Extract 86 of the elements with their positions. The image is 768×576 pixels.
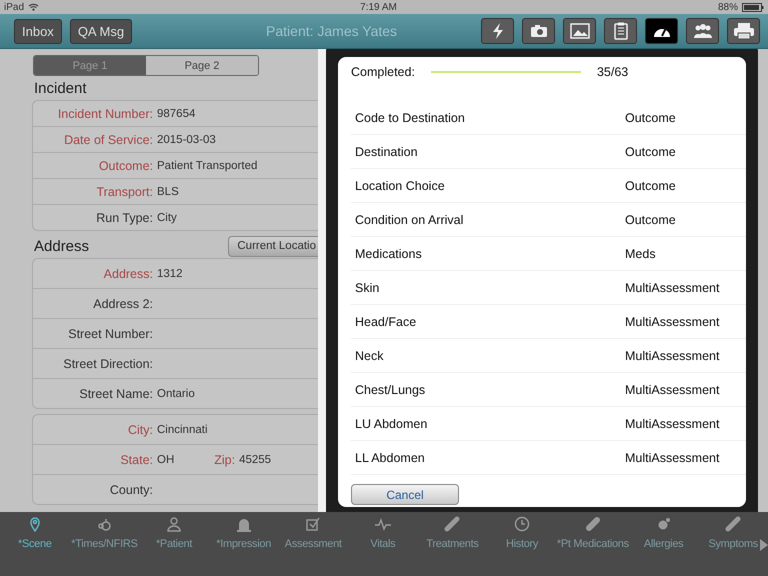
field-label: County: (108, 482, 153, 496)
missing-field-name[interactable]: Condition on Arrival (351, 212, 625, 226)
missing-field-name[interactable]: Location Choice (351, 178, 625, 192)
field-value[interactable]: City (157, 212, 177, 224)
battery-icon (742, 2, 764, 12)
printer-button[interactable] (727, 18, 760, 44)
section-title: Address (34, 238, 90, 254)
field-label: State: (119, 452, 153, 466)
field-label: Run Type: (95, 210, 153, 224)
missing-field-name[interactable]: Head/Face (351, 314, 625, 328)
image-button[interactable] (563, 18, 596, 44)
tab-bar-item[interactable]: *Scene (0, 516, 70, 550)
device-name: iPad (4, 2, 24, 12)
pill-icon (584, 516, 601, 532)
missing-field-section: Meds (625, 246, 656, 260)
missing-field-name[interactable]: Skin (351, 280, 625, 294)
progress-count: 35/63 (596, 65, 628, 79)
field-label: Street Number: (67, 326, 153, 340)
blob-icon (656, 516, 672, 532)
field-label: Zip: (214, 452, 236, 466)
field-value[interactable]: BLS (157, 186, 179, 198)
stopwatch-icon (96, 516, 112, 532)
field-label: Date of Service: (63, 132, 153, 146)
field-value[interactable]: 1312 (157, 268, 183, 280)
missing-field-section: MultiAssessment (625, 382, 720, 396)
clipboard-button[interactable] (604, 18, 637, 44)
bandage-icon (725, 516, 742, 532)
field-label: Incident Number: (56, 106, 153, 120)
bandage-icon (444, 516, 460, 532)
missing-field-section: Outcome (625, 212, 676, 226)
missing-field-section: Outcome (625, 110, 676, 124)
missing-field-name[interactable]: Destination (351, 144, 625, 158)
missing-field-name[interactable]: Chest/Lungs (351, 382, 625, 396)
checkbox-icon (305, 516, 322, 532)
field-value[interactable]: Patient Transported (157, 160, 258, 172)
field-label: Street Direction: (62, 356, 153, 370)
completed-label: Completed: (351, 65, 415, 79)
field-value[interactable]: OH (157, 454, 174, 466)
printer-icon (732, 22, 754, 40)
missing-field-section: MultiAssessment (625, 450, 720, 464)
field-value[interactable]: 2015-03-03 (157, 134, 216, 146)
current-location-button[interactable]: Current Locatio (228, 236, 318, 256)
field-label: Address 2: (92, 296, 153, 310)
siren-icon (236, 516, 252, 532)
cancel-button[interactable]: Cancel (351, 484, 459, 505)
header-button[interactable]: QA Msg (70, 18, 132, 44)
scroll-right-icon[interactable] (760, 539, 768, 551)
missing-field-section: MultiAssessment (625, 280, 720, 294)
patient-title: Patient: James Yates (265, 23, 398, 39)
field-label: Outcome: (98, 158, 153, 172)
missing-field-name[interactable]: Neck (351, 348, 625, 362)
missing-field-name[interactable]: Medications (351, 246, 625, 260)
pulse-icon (374, 516, 391, 532)
field-label: Transport: (95, 184, 153, 198)
missing-field-section: MultiAssessment (625, 348, 720, 362)
people-button[interactable] (686, 18, 719, 44)
page-tab[interactable]: Page 2 (146, 56, 258, 75)
lightning-icon (490, 22, 504, 40)
missing-field-section: MultiAssessment (625, 416, 720, 430)
missing-field-section: Outcome (625, 178, 676, 192)
missing-field-section: MultiAssessment (625, 314, 720, 328)
field-value[interactable]: 45255 (239, 454, 272, 466)
clipboard-icon (614, 22, 628, 40)
header-button[interactable]: Inbox (14, 18, 62, 44)
field-label: Street Name: (78, 386, 153, 400)
field-value[interactable]: Ontario (157, 388, 195, 400)
picture-icon (570, 23, 590, 39)
missing-field-name[interactable]: LU Abdomen (351, 416, 625, 430)
field-label: City: (127, 422, 153, 436)
people-icon (692, 23, 714, 39)
camera-button[interactable] (522, 18, 555, 44)
field-value[interactable]: 987654 (157, 108, 196, 120)
person-icon (166, 516, 182, 532)
field-value[interactable]: Cincinnati (157, 424, 208, 436)
missing-field-name[interactable]: Code to Destination (351, 110, 625, 124)
battery-percent: 88% (718, 2, 738, 12)
gauge-button[interactable] (645, 18, 678, 44)
status-time: 7:19 AM (360, 2, 397, 12)
wifi-icon (28, 3, 40, 11)
field-label: Address: (102, 266, 153, 280)
clock-icon (514, 516, 530, 532)
missing-field-section: Outcome (625, 144, 676, 158)
section-title: Incident (34, 80, 87, 96)
lightning-button[interactable] (481, 18, 514, 44)
missing-field-name[interactable]: LL Abdomen (351, 450, 625, 464)
camera-icon (530, 24, 548, 38)
